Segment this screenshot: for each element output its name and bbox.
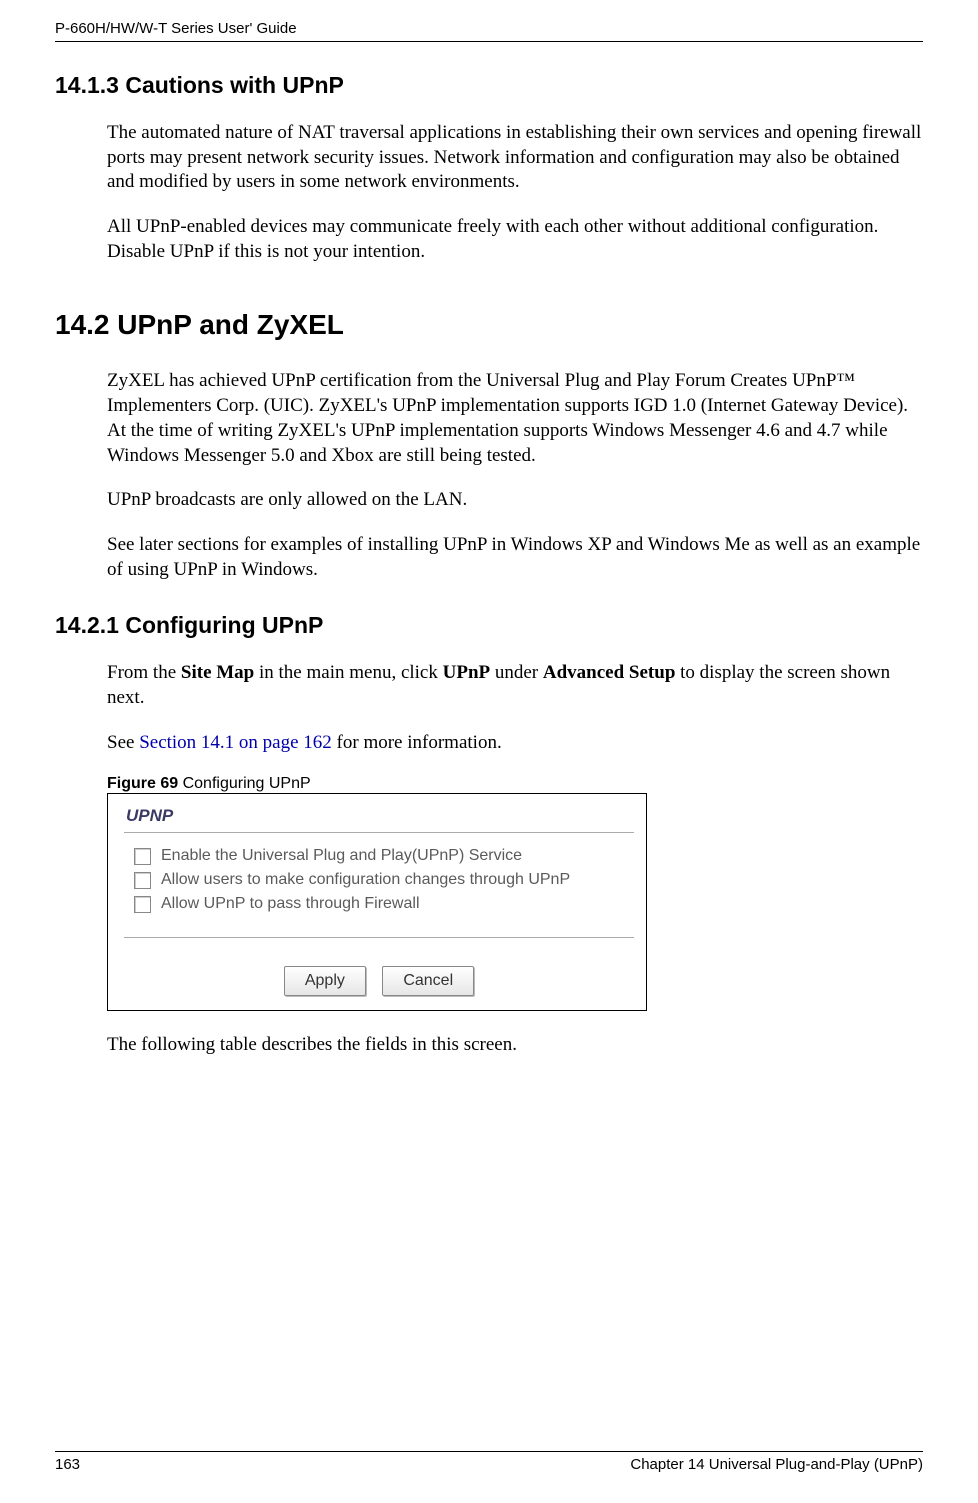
paragraph-zyxel-2: UPnP broadcasts are only allowed on the … (107, 488, 923, 513)
paragraph-cautions-2: All UPnP-enabled devices may communicate… (107, 215, 923, 264)
header-guide-title: P-660H/HW/W-T Series User' Guide (55, 20, 923, 42)
text-fragment: See (107, 732, 139, 753)
paragraph-configuring-2: See Section 14.1 on page 162 for more in… (107, 731, 923, 756)
checkbox-row-enable-upnp: Enable the Universal Plug and Play(UPnP)… (134, 847, 634, 865)
figure-label: Figure 69 (107, 775, 178, 792)
checkbox-label: Allow UPnP to pass through Firewall (161, 895, 420, 913)
paragraph-zyxel-1: ZyXEL has achieved UPnP certification fr… (107, 369, 923, 468)
figure-upnp-panel: UPNP Enable the Universal Plug and Play(… (107, 793, 647, 1011)
checkbox-row-allow-firewall: Allow UPnP to pass through Firewall (134, 895, 634, 913)
checkbox-enable-upnp[interactable] (134, 848, 151, 865)
heading-cautions-upnp: 14.1.3 Cautions with UPnP (55, 72, 923, 99)
paragraph-cautions-1: The automated nature of NAT traversal ap… (107, 121, 923, 195)
heading-upnp-zyxel: 14.2 UPnP and ZyXEL (55, 309, 923, 341)
checkbox-allow-config[interactable] (134, 872, 151, 889)
advanced-setup-bold: Advanced Setup (543, 662, 676, 683)
paragraph-zyxel-3: See later sections for examples of insta… (107, 533, 923, 582)
checkbox-label: Enable the Universal Plug and Play(UPnP)… (161, 847, 522, 865)
button-row: Apply Cancel (124, 966, 634, 996)
divider (124, 937, 634, 938)
panel-title: UPNP (126, 806, 634, 826)
text-fragment: in the main menu, click (254, 662, 442, 683)
figure-caption-text: Configuring UPnP (178, 775, 311, 792)
heading-configuring-upnp: 14.2.1 Configuring UPnP (55, 612, 923, 639)
page-footer: 163 Chapter 14 Universal Plug-and-Play (… (55, 1451, 923, 1473)
cancel-button[interactable]: Cancel (382, 966, 474, 996)
section-link[interactable]: Section 14.1 on page 162 (139, 732, 332, 753)
text-fragment: From the (107, 662, 181, 683)
site-map-bold: Site Map (181, 662, 254, 683)
divider (124, 832, 634, 833)
figure-caption: Figure 69 Configuring UPnP (107, 775, 923, 793)
footer-chapter: Chapter 14 Universal Plug-and-Play (UPnP… (630, 1456, 923, 1473)
checkbox-row-allow-config: Allow users to make configuration change… (134, 871, 634, 889)
upnp-bold: UPnP (443, 662, 491, 683)
checkbox-label: Allow users to make configuration change… (161, 871, 570, 889)
text-fragment: for more information. (332, 732, 502, 753)
paragraph-configuring-1: From the Site Map in the main menu, clic… (107, 661, 923, 710)
paragraph-table-desc: The following table describes the fields… (107, 1033, 923, 1058)
text-fragment: under (490, 662, 543, 683)
apply-button[interactable]: Apply (284, 966, 366, 996)
page-number: 163 (55, 1456, 80, 1473)
checkbox-allow-firewall[interactable] (134, 896, 151, 913)
